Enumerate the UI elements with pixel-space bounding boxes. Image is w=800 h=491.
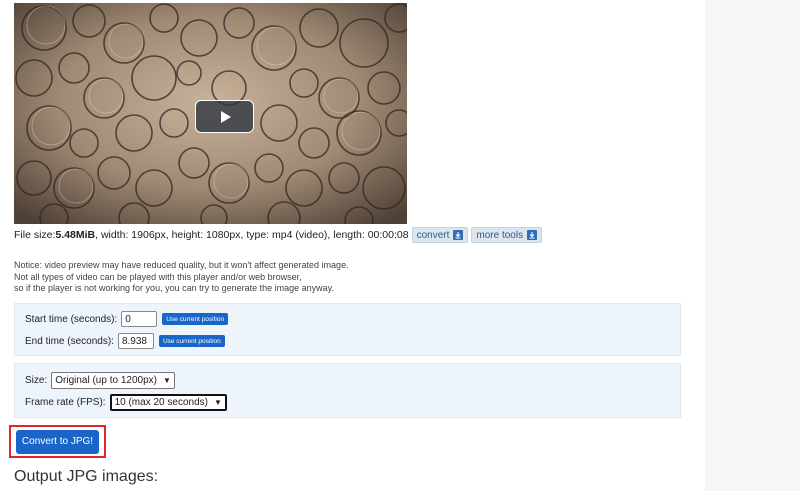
fps-value: 10 (max 20 seconds) [114, 397, 208, 408]
fps-label: Frame rate (FPS): [25, 397, 106, 408]
more-tools-button[interactable]: more tools [471, 227, 543, 243]
fps-select[interactable]: 10 (max 20 seconds) ▼ [109, 394, 227, 411]
side-background [705, 0, 800, 491]
fps-row: Frame rate (FPS): 10 (max 20 seconds) ▼ [25, 394, 227, 411]
download-icon [453, 230, 464, 240]
convert-button[interactable]: convert [411, 227, 469, 243]
start-time-label: Start time (seconds): [25, 313, 118, 325]
notice-line: Notice: video preview may have reduced q… [14, 260, 349, 270]
convert-to-jpg-button[interactable]: Convert to JPG! [16, 429, 99, 454]
size-select[interactable]: Original (up to 1200px) ▼ [51, 372, 175, 389]
play-icon [220, 110, 231, 123]
size-row: Size: Original (up to 1200px) ▼ [25, 372, 175, 389]
notice-text: Notice: video preview may have reduced q… [14, 260, 514, 295]
options-panel: Size: Original (up to 1200px) ▼ Frame ra… [14, 363, 681, 418]
start-time-row: Start time (seconds): Use current positi… [25, 311, 229, 327]
video-player[interactable] [14, 3, 407, 224]
time-panel: Start time (seconds): Use current positi… [14, 303, 681, 356]
notice-line: Not all types of video can be played wit… [14, 271, 302, 282]
file-info: File size: 5.48MiB , width: 1906px, heig… [14, 227, 543, 243]
convert-highlight: Convert to JPG! [9, 425, 106, 458]
end-use-position-button[interactable]: Use current position [158, 335, 225, 347]
start-use-position-button[interactable]: Use current position [162, 313, 229, 325]
output-title: Output JPG images: [14, 468, 159, 485]
file-details: , width: 1906px, height: 1080px, type: m… [95, 229, 409, 241]
file-size: 5.48MiB [55, 229, 96, 241]
play-button[interactable] [195, 100, 254, 133]
notice-line: so if the player is not working for you,… [14, 283, 335, 293]
size-value: Original (up to 1200px) [55, 375, 157, 386]
download-icon [527, 230, 538, 240]
convert-label: convert [416, 229, 450, 241]
more-tools-label: more tools [476, 229, 524, 241]
file-info-prefix: File size: [14, 229, 56, 241]
end-time-label: End time (seconds): [25, 335, 114, 347]
start-time-input[interactable] [121, 311, 158, 327]
end-time-input[interactable] [117, 333, 154, 349]
end-time-row: End time (seconds): Use current position [25, 333, 225, 349]
chevron-down-icon: ▼ [213, 398, 222, 407]
size-label: Size: [25, 375, 48, 386]
chevron-down-icon: ▼ [162, 376, 171, 385]
